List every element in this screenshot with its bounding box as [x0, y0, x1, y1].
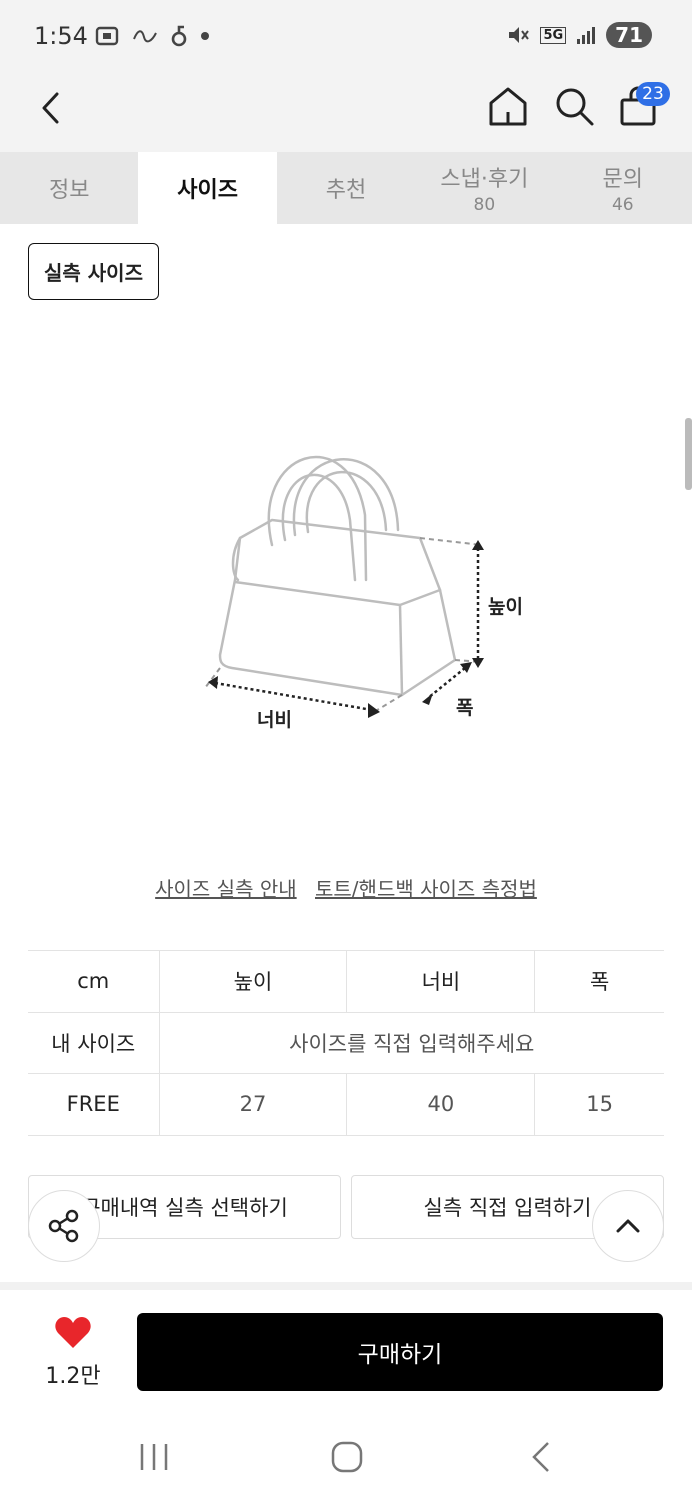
tab-recommend[interactable]: 추천 — [277, 152, 415, 224]
back-icon[interactable] — [30, 86, 74, 130]
share-button[interactable] — [28, 1190, 100, 1262]
bag-size-diagram: 높이 너비 폭 — [204, 455, 523, 731]
screenshot-icon — [95, 26, 119, 46]
app-header: 23 — [0, 72, 692, 152]
table-header-cell: 폭 — [534, 950, 664, 1013]
buy-button[interactable]: 구매하기 — [137, 1313, 663, 1391]
table-header-row: cm 높이 너비 폭 — [28, 950, 664, 1013]
tote-measure-link[interactable]: 토트/핸드백 사이즈 측정법 — [315, 877, 537, 901]
tab-snap-review[interactable]: 스냅·후기 80 — [415, 152, 553, 224]
size-value-cell: 40 — [346, 1073, 535, 1136]
button-label: 실측 직접 입력하기 — [423, 1196, 592, 1220]
back-nav-icon[interactable] — [528, 1440, 556, 1474]
network-type: 5G — [540, 26, 567, 44]
scroll-to-top-button[interactable] — [592, 1190, 664, 1262]
recent-apps-icon[interactable] — [138, 1442, 170, 1472]
tab-size[interactable]: 사이즈 — [138, 152, 277, 224]
mute-icon — [509, 27, 530, 43]
app-notification-icon — [171, 25, 187, 47]
like-button[interactable]: 1.2만 — [28, 1316, 118, 1390]
chevron-up-icon — [616, 1219, 640, 1233]
tab-label: 문의 — [602, 167, 643, 192]
status-notification-icons — [94, 24, 210, 48]
size-name-cell: FREE — [28, 1073, 159, 1136]
depth-label: 폭 — [456, 697, 473, 719]
measured-size-chip[interactable]: 실측 사이즈 — [28, 243, 159, 300]
my-size-input[interactable]: 사이즈를 직접 입력해주세요 — [158, 1011, 664, 1074]
table-row: 내 사이즈 사이즈를 직접 입력해주세요 — [28, 1011, 664, 1074]
button-label: 구매내역 실측 선택하기 — [81, 1196, 288, 1220]
heart-icon — [55, 1317, 91, 1348]
search-icon[interactable] — [552, 84, 596, 128]
status-system-icons: 5G 71 — [506, 22, 652, 48]
tab-label: 스냅·후기 — [440, 167, 529, 192]
like-count: 1.2만 — [45, 1364, 101, 1389]
system-nav-bar — [0, 1412, 692, 1500]
product-tabs: 정보 사이즈 추천 스냅·후기 80 문의 46 — [0, 152, 692, 224]
height-label: 높이 — [488, 596, 523, 618]
share-icon — [48, 1209, 79, 1243]
tab-inquiry[interactable]: 문의 46 — [554, 152, 692, 224]
app-notification-icon — [133, 30, 157, 43]
signal-icon — [577, 27, 596, 44]
tab-info[interactable]: 정보 — [0, 152, 138, 224]
size-value-cell: 27 — [158, 1073, 347, 1136]
size-guide-links: 사이즈 실측 안내 토트/핸드백 사이즈 측정법 — [0, 873, 692, 902]
table-header-cell: 높이 — [158, 950, 347, 1013]
table-header-cell: 너비 — [346, 950, 535, 1013]
scrollbar[interactable] — [685, 418, 692, 490]
size-table: cm 높이 너비 폭 내 사이즈 사이즈를 직접 입력해주세요 FREE 27 … — [28, 950, 664, 1136]
tab-label: 사이즈 — [177, 178, 238, 203]
size-guide-link[interactable]: 사이즈 실측 안내 — [155, 877, 297, 901]
status-bar: 1:54 5G 71 — [0, 0, 692, 72]
tab-count: 80 — [473, 195, 496, 215]
tab-count: 46 — [611, 195, 634, 215]
tab-label: 정보 — [48, 178, 90, 203]
battery-indicator: 71 — [606, 22, 652, 48]
width-label: 너비 — [257, 709, 292, 731]
tab-label: 추천 — [325, 178, 367, 203]
dot-icon — [201, 32, 209, 40]
home-nav-icon[interactable] — [330, 1440, 364, 1474]
status-time: 1:54 — [34, 22, 88, 50]
size-value-cell: 15 — [534, 1073, 664, 1136]
my-size-label: 내 사이즈 — [28, 1011, 159, 1074]
table-header-cell: cm — [28, 950, 159, 1013]
divider — [0, 1282, 692, 1290]
table-row: FREE 27 40 15 — [28, 1073, 664, 1136]
home-icon[interactable] — [486, 84, 530, 128]
cart-count-badge: 23 — [636, 82, 670, 106]
